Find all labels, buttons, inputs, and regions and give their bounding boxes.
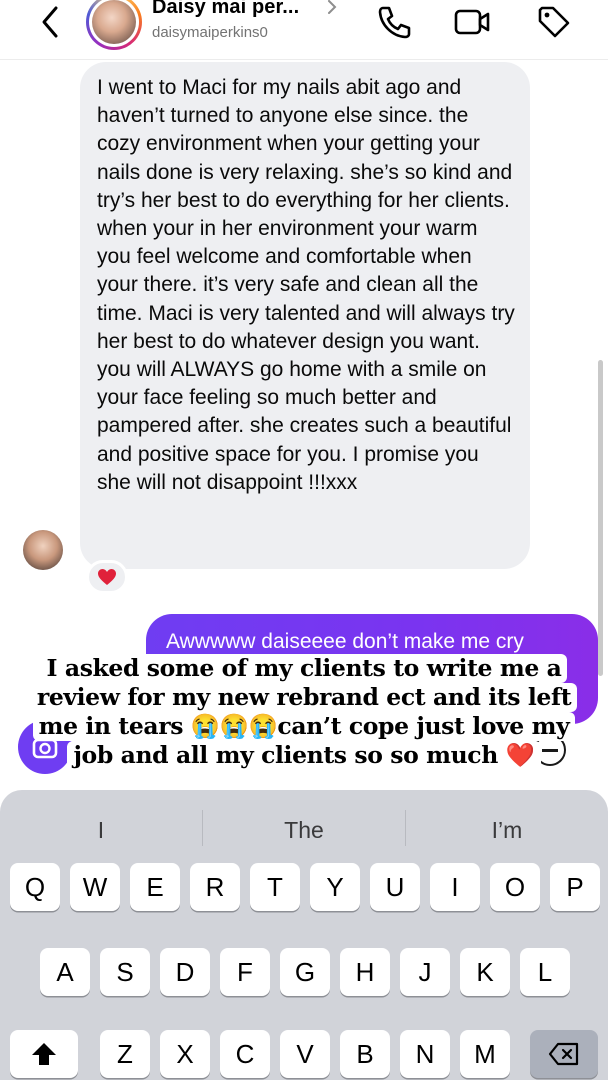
caption-line: I asked some of my clients to write me a bbox=[40, 654, 568, 683]
key-p[interactable]: P bbox=[550, 863, 600, 911]
key-v[interactable]: V bbox=[280, 1030, 330, 1078]
key-i[interactable]: I bbox=[430, 863, 480, 911]
key-o[interactable]: O bbox=[490, 863, 540, 911]
caption-line: me in tears 😭😭😭can’t cope just love my bbox=[32, 712, 576, 741]
key-u[interactable]: U bbox=[370, 863, 420, 911]
key-s[interactable]: S bbox=[100, 948, 150, 996]
key-r[interactable]: R bbox=[190, 863, 240, 911]
phone-icon[interactable] bbox=[374, 2, 414, 42]
key-h[interactable]: H bbox=[340, 948, 390, 996]
key-t[interactable]: T bbox=[250, 863, 300, 911]
avatar-photo bbox=[92, 0, 136, 44]
key-c[interactable]: C bbox=[220, 1030, 270, 1078]
contact-username: daisymaiperkins0 bbox=[152, 24, 268, 41]
chat-header: Daisy mai per... daisymaiperkins0 bbox=[0, 0, 608, 60]
key-a[interactable]: A bbox=[40, 948, 90, 996]
key-y[interactable]: Y bbox=[310, 863, 360, 911]
sender-avatar[interactable] bbox=[23, 530, 63, 570]
contact-name[interactable]: Daisy mai per... bbox=[152, 0, 299, 19]
key-k[interactable]: K bbox=[460, 948, 510, 996]
video-camera-icon[interactable] bbox=[452, 2, 492, 42]
suggestion-1[interactable]: I bbox=[0, 812, 202, 848]
caption-line: review for my new rebrand ect and its le… bbox=[30, 683, 578, 712]
key-f[interactable]: F bbox=[220, 948, 270, 996]
back-chevron-icon[interactable] bbox=[36, 4, 66, 40]
story-caption: I asked some of my clients to write me a… bbox=[0, 654, 608, 770]
shift-icon bbox=[32, 1043, 56, 1065]
key-n[interactable]: N bbox=[400, 1030, 450, 1078]
key-w[interactable]: W bbox=[70, 863, 120, 911]
tag-icon[interactable] bbox=[534, 2, 574, 42]
key-l[interactable]: L bbox=[520, 948, 570, 996]
scrollbar[interactable] bbox=[598, 360, 603, 676]
key-d[interactable]: D bbox=[160, 948, 210, 996]
key-z[interactable]: Z bbox=[100, 1030, 150, 1078]
suggestion-3[interactable]: I’m bbox=[406, 812, 608, 848]
incoming-message-text: I went to Maci for my nails abit ago and… bbox=[97, 76, 515, 494]
keyboard: I The I’m Q W E R T Y U I O P A S D F G … bbox=[0, 790, 608, 1080]
key-b[interactable]: B bbox=[340, 1030, 390, 1078]
key-x[interactable]: X bbox=[160, 1030, 210, 1078]
caption-line: job and all my clients so so much ❤️ bbox=[67, 741, 541, 770]
backspace-key[interactable] bbox=[530, 1030, 598, 1078]
key-q[interactable]: Q bbox=[10, 863, 60, 911]
heart-icon bbox=[98, 569, 116, 585]
profile-avatar[interactable] bbox=[86, 0, 142, 50]
chevron-right-icon[interactable] bbox=[325, 0, 339, 18]
incoming-message-bubble[interactable]: I went to Maci for my nails abit ago and… bbox=[80, 62, 530, 569]
outgoing-message-text: Awwwww daiseeee don’t make me cry bbox=[166, 630, 524, 653]
key-m[interactable]: M bbox=[460, 1030, 510, 1078]
heart-reaction[interactable] bbox=[86, 560, 128, 594]
suggestion-2[interactable]: The bbox=[203, 812, 405, 848]
key-g[interactable]: G bbox=[280, 948, 330, 996]
key-e[interactable]: E bbox=[130, 863, 180, 911]
backspace-icon bbox=[548, 1042, 579, 1066]
shift-key[interactable] bbox=[10, 1030, 78, 1078]
key-j[interactable]: J bbox=[400, 948, 450, 996]
